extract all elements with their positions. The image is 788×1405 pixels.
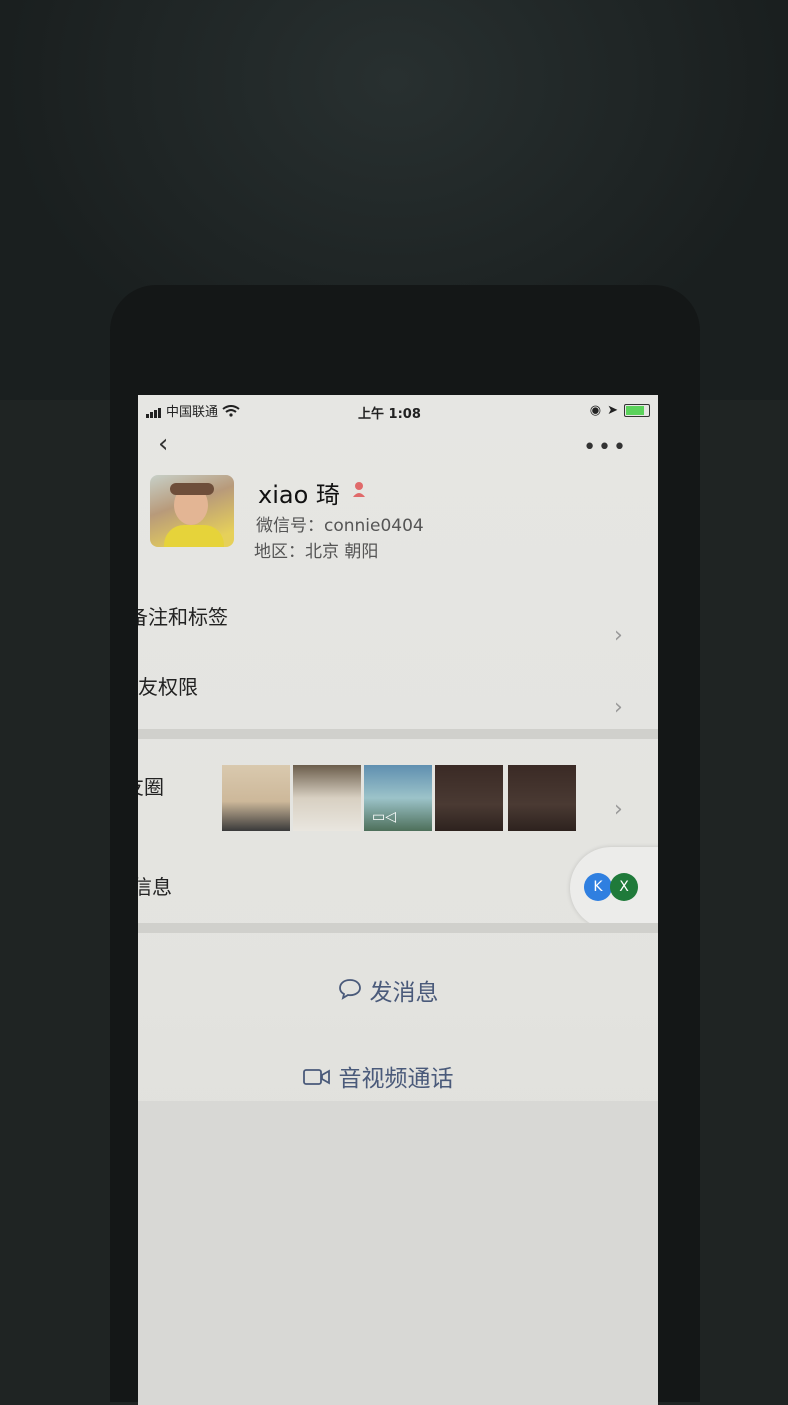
remarks-tags-row[interactable]: 备注和标签 (138, 601, 648, 630)
section-divider (138, 729, 658, 739)
clock: 上午 1:08 (358, 407, 421, 422)
back-button[interactable]: ‹ (158, 429, 168, 459)
signal-icon (146, 403, 162, 418)
wechat-id: 微信号：connie0404 (256, 516, 424, 536)
moments-thumbnail (293, 765, 361, 831)
chevron-right-icon: › (614, 695, 623, 720)
more-options-button[interactable]: ••• (583, 435, 628, 460)
empty-bottom-area (138, 1101, 658, 1405)
floating-window-button[interactable]: K X (570, 847, 658, 929)
moments-thumbnail (508, 765, 576, 831)
remarks-tags-label: 备注和标签 (138, 605, 228, 629)
floating-app-icon: X (610, 873, 638, 901)
gender-female-icon (353, 482, 365, 497)
location-icon: ➤ (607, 403, 618, 418)
avatar[interactable] (150, 475, 234, 547)
video-icon: ▭◁ (372, 809, 396, 825)
carrier-name: 中国联通 (166, 405, 219, 420)
region: 地区：北京 朝阳 (254, 542, 379, 562)
more-info-label: 更多信息 (138, 875, 172, 899)
section-divider (138, 923, 658, 933)
chat-bubble-icon (338, 978, 362, 1006)
screen-content: 中国联通 上午 1:08 ◉ ➤ ‹ ••• xiao 琦 微信号：connie… (138, 395, 658, 1405)
chevron-right-icon: › (614, 797, 623, 822)
wifi-icon (222, 404, 240, 417)
phone-screen: 中国联通 上午 1:08 ◉ ➤ ‹ ••• xiao 琦 微信号：connie… (138, 395, 658, 1405)
moments-thumbnail (222, 765, 290, 831)
chevron-right-icon: › (614, 623, 623, 648)
av-call-label: 音视频通话 (338, 1066, 454, 1092)
friend-permissions-label: 朋友权限 (138, 675, 198, 699)
video-camera-icon (302, 1066, 331, 1092)
battery-icon (624, 404, 650, 417)
more-info-row[interactable]: 更多信息 (138, 871, 612, 900)
av-call-button[interactable]: 音视频通话 (138, 1059, 638, 1093)
send-message-label: 发消息 (369, 980, 439, 1006)
moments-thumbnail: ▭◁ (364, 765, 432, 831)
profile-name: xiao 琦 (258, 481, 340, 509)
send-message-button[interactable]: 发消息 (138, 973, 648, 1007)
floating-app-icon: K (584, 873, 612, 901)
friend-permissions-row[interactable]: 朋友权限 (138, 671, 638, 700)
status-bar: 中国联通 上午 1:08 ◉ ➤ (138, 395, 658, 423)
moments-label: 朋友圈 (138, 775, 164, 799)
moments-thumbnail (435, 765, 503, 831)
rotation-lock-icon: ◉ (589, 403, 602, 418)
